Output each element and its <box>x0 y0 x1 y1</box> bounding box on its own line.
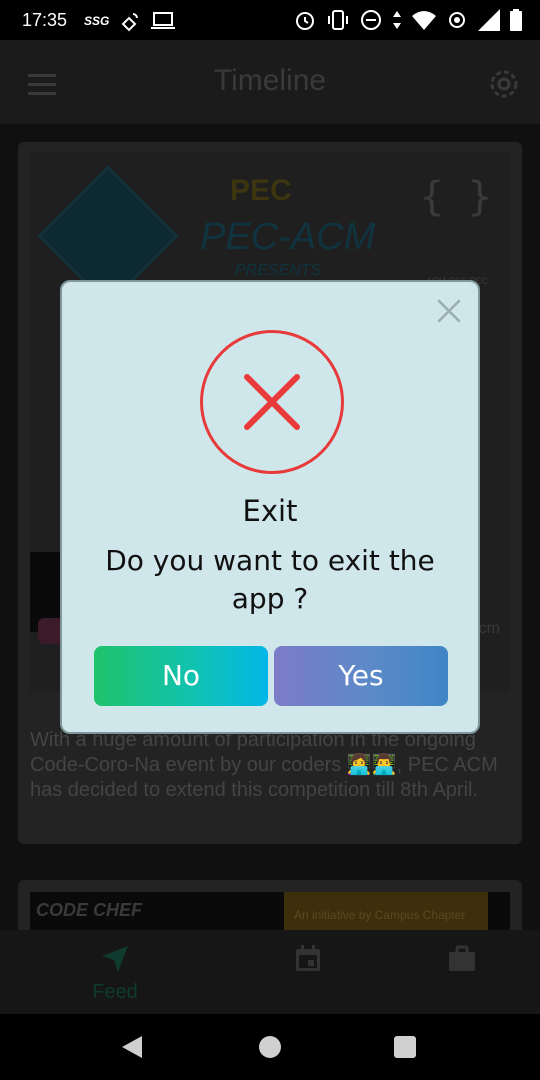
exit-dialog: Exit Do you want to exit the app ? No Ye… <box>60 280 480 734</box>
error-status-circle <box>200 330 344 474</box>
nav-item-feed[interactable]: Feed <box>55 944 175 1004</box>
post-text: With a huge amount of participation in t… <box>30 729 498 801</box>
yes-button[interactable]: Yes <box>274 646 448 706</box>
dialog-title: Exit <box>242 494 298 528</box>
banner-caption: An initiative by Campus Chapter <box>284 892 488 930</box>
nav-item-work[interactable] <box>402 944 522 979</box>
battery-icon <box>510 9 522 31</box>
gear-icon[interactable] <box>486 66 522 102</box>
poster-braces-logo: { } <box>419 174 492 220</box>
nav-label-feed: Feed <box>92 981 138 1003</box>
dialog-message: Do you want to exit the app ? <box>105 544 435 615</box>
status-bar: 17:35 SSG <box>0 0 540 40</box>
signal-icon <box>478 9 500 31</box>
laptop-icon <box>151 12 176 29</box>
page-title: Timeline <box>213 64 327 97</box>
hotspot-icon <box>449 12 465 28</box>
ssg-label: SSG <box>84 14 110 28</box>
poster-pec-text: PEC <box>230 174 292 207</box>
data-arrows-icon <box>393 11 401 29</box>
status-time: 17:35 <box>22 10 68 30</box>
vibrate-icon <box>328 10 348 30</box>
alarm-icon <box>296 12 314 30</box>
briefcase-icon <box>449 945 475 971</box>
close-icon[interactable] <box>436 298 462 324</box>
system-nav-bar <box>0 1014 540 1080</box>
calendar-icon <box>296 945 320 971</box>
recents-icon[interactable] <box>394 1036 416 1058</box>
satellite-icon <box>121 13 139 32</box>
bottom-nav: Feed <box>0 930 540 1014</box>
poster-presents-text: PRESENTS <box>235 262 322 279</box>
nav-item-calendar[interactable] <box>248 944 368 979</box>
dnd-icon <box>361 10 381 30</box>
poster-acm-text: PEC-ACM <box>200 216 376 258</box>
wifi-icon <box>412 11 436 30</box>
error-x-icon <box>244 374 300 430</box>
post-card[interactable]: CODE CHEF An initiative by Campus Chapte… <box>18 880 522 930</box>
status-left-icons: SSG <box>84 10 176 32</box>
status-right-icons <box>294 9 522 31</box>
navigation-arrow-icon <box>102 946 128 972</box>
codechef-logo: CODE CHEF <box>36 900 143 920</box>
home-icon[interactable] <box>259 1036 281 1058</box>
back-icon[interactable] <box>122 1036 142 1058</box>
app-bar: Timeline <box>0 40 540 124</box>
poster-cm-text: cm <box>478 620 500 637</box>
no-button[interactable]: No <box>94 646 268 706</box>
